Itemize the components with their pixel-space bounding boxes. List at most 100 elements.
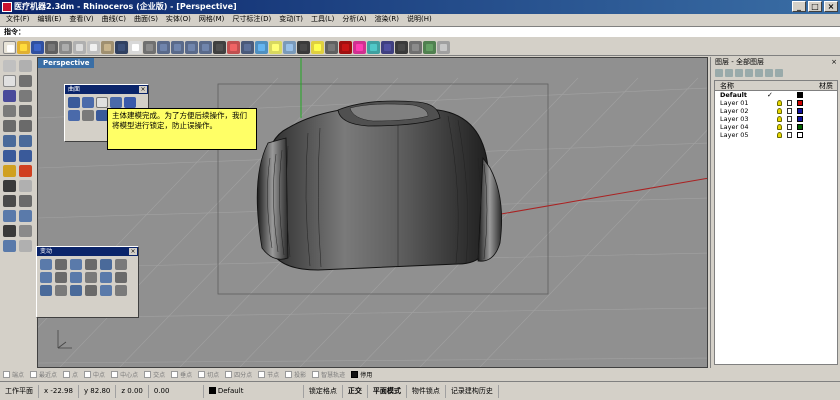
split-icon[interactable] xyxy=(19,180,32,192)
delete-layer-icon[interactable] xyxy=(735,69,743,77)
undo-view-icon[interactable] xyxy=(213,40,226,54)
fillet-curve-icon[interactable] xyxy=(19,135,32,147)
lock-icon[interactable] xyxy=(787,100,792,106)
layer-color-swatch[interactable] xyxy=(797,116,803,122)
snap-knot[interactable]: 节点 xyxy=(258,370,279,379)
orient-tool-icon[interactable] xyxy=(115,259,127,270)
copy-object-icon[interactable] xyxy=(19,210,32,222)
arc-icon[interactable] xyxy=(19,90,32,102)
select-arrow-icon[interactable] xyxy=(3,60,16,72)
grid-icon[interactable] xyxy=(227,40,240,54)
zoom-icon[interactable] xyxy=(157,40,170,54)
transform-panel-title[interactable]: 变动 × xyxy=(37,247,138,256)
sweep-icon[interactable] xyxy=(124,97,136,108)
move-down-icon[interactable] xyxy=(755,69,763,77)
flow-icon[interactable] xyxy=(85,285,97,296)
maximize-button[interactable]: □ xyxy=(808,1,822,12)
color-wheel-icon[interactable] xyxy=(353,40,366,54)
options-icon[interactable] xyxy=(409,40,422,54)
zoom-selected-icon[interactable] xyxy=(199,40,212,54)
snap-disable[interactable]: 停用 xyxy=(351,370,372,379)
orient-on-surface-icon[interactable] xyxy=(115,272,127,283)
snap-end[interactable]: 端点 xyxy=(3,370,24,379)
status-layer[interactable]: Default xyxy=(204,384,304,398)
copy-tool-icon[interactable] xyxy=(40,272,52,283)
shade-icon[interactable] xyxy=(325,40,338,54)
snap-project[interactable]: 投影 xyxy=(285,370,306,379)
paste-icon[interactable] xyxy=(101,40,114,54)
save-icon[interactable] xyxy=(31,40,44,54)
boolean-icon[interactable] xyxy=(19,165,32,177)
close-button[interactable]: × xyxy=(824,1,838,12)
layer-color-swatch[interactable] xyxy=(797,92,803,98)
zoom-extents-icon[interactable] xyxy=(185,40,198,54)
circle-icon[interactable] xyxy=(3,105,16,117)
layer-color-swatch[interactable] xyxy=(797,100,803,106)
light-bulb-icon[interactable] xyxy=(777,132,782,138)
layer-color-swatch[interactable] xyxy=(797,124,803,130)
analyze-icon[interactable] xyxy=(3,240,16,252)
scale-tool-icon[interactable] xyxy=(70,259,82,270)
lock-icon[interactable] xyxy=(787,124,792,130)
twist-icon[interactable] xyxy=(55,285,67,296)
medical-machine-model[interactable] xyxy=(256,100,502,271)
new-sublayer-icon[interactable] xyxy=(725,69,733,77)
snap-near[interactable]: 最近点 xyxy=(30,370,57,379)
lock-icon[interactable] xyxy=(787,132,792,138)
render-icon[interactable] xyxy=(339,40,352,54)
status-ortho[interactable]: 正交 xyxy=(343,384,368,398)
surface-icon[interactable] xyxy=(3,150,16,162)
light-bulb-icon[interactable] xyxy=(777,108,782,114)
select-icon[interactable] xyxy=(269,40,282,54)
tools-icon[interactable] xyxy=(775,69,783,77)
bend-icon[interactable] xyxy=(40,285,52,296)
text-icon[interactable] xyxy=(3,225,16,237)
snap-tangent[interactable]: 切点 xyxy=(198,370,219,379)
move-tool-icon[interactable] xyxy=(40,259,52,270)
plugin-icon[interactable] xyxy=(423,40,436,54)
sphere-icon[interactable] xyxy=(381,40,394,54)
rotate-3d-icon[interactable] xyxy=(55,272,67,283)
surface-edge-icon[interactable] xyxy=(82,97,94,108)
snap-smarttrack[interactable]: 智慧轨迹 xyxy=(312,370,345,379)
lock-icon[interactable] xyxy=(787,108,792,114)
light-bulb-icon[interactable] xyxy=(777,100,782,106)
named-view-icon[interactable] xyxy=(255,40,268,54)
snap-intersection[interactable]: 交点 xyxy=(144,370,165,379)
extrude-icon[interactable] xyxy=(19,150,32,162)
help-icon[interactable] xyxy=(437,40,450,54)
surface-from-points-icon[interactable] xyxy=(68,97,80,108)
command-input[interactable] xyxy=(27,28,787,36)
snap-mid[interactable]: 中点 xyxy=(84,370,105,379)
rectangle-icon[interactable] xyxy=(3,120,16,132)
layer-row[interactable]: Layer 03 xyxy=(715,115,837,123)
layer-row[interactable]: Layer 04 xyxy=(715,123,837,131)
col-material[interactable]: 材质 xyxy=(819,81,833,91)
close-icon[interactable]: × xyxy=(139,86,147,93)
point-icon[interactable] xyxy=(3,75,16,87)
rotate-view-icon[interactable] xyxy=(143,40,156,54)
render-tool-icon[interactable] xyxy=(19,240,32,252)
new-file-icon[interactable] xyxy=(3,40,16,54)
array-tool-icon[interactable] xyxy=(100,259,112,270)
snap-perpendicular[interactable]: 垂点 xyxy=(171,370,192,379)
status-osnap[interactable]: 物件锁点 xyxy=(407,384,446,398)
surface-panel-title[interactable]: 曲面 × xyxy=(65,85,148,94)
light-bulb-icon[interactable] xyxy=(777,116,782,122)
ghosted-icon[interactable] xyxy=(395,40,408,54)
menu-curve[interactable]: 曲线(C) xyxy=(98,14,130,25)
menu-edit[interactable]: 编辑(E) xyxy=(34,14,66,25)
zoom-window-icon[interactable] xyxy=(171,40,184,54)
menu-mesh[interactable]: 网格(M) xyxy=(195,14,229,25)
status-cplane[interactable]: 工作平面 xyxy=(0,384,39,398)
menu-view[interactable]: 查看(V) xyxy=(65,14,97,25)
cplane-icon[interactable] xyxy=(241,40,254,54)
environment-icon[interactable] xyxy=(367,40,380,54)
menu-render[interactable]: 渲染(R) xyxy=(371,14,403,25)
status-grid-snap[interactable]: 锁定格点 xyxy=(304,384,343,398)
dimension-icon[interactable] xyxy=(283,40,296,54)
menu-help[interactable]: 说明(H) xyxy=(403,14,436,25)
menu-solid[interactable]: 实体(O) xyxy=(162,14,195,25)
lock-icon[interactable] xyxy=(297,40,310,54)
cage-edit-icon[interactable] xyxy=(115,285,127,296)
